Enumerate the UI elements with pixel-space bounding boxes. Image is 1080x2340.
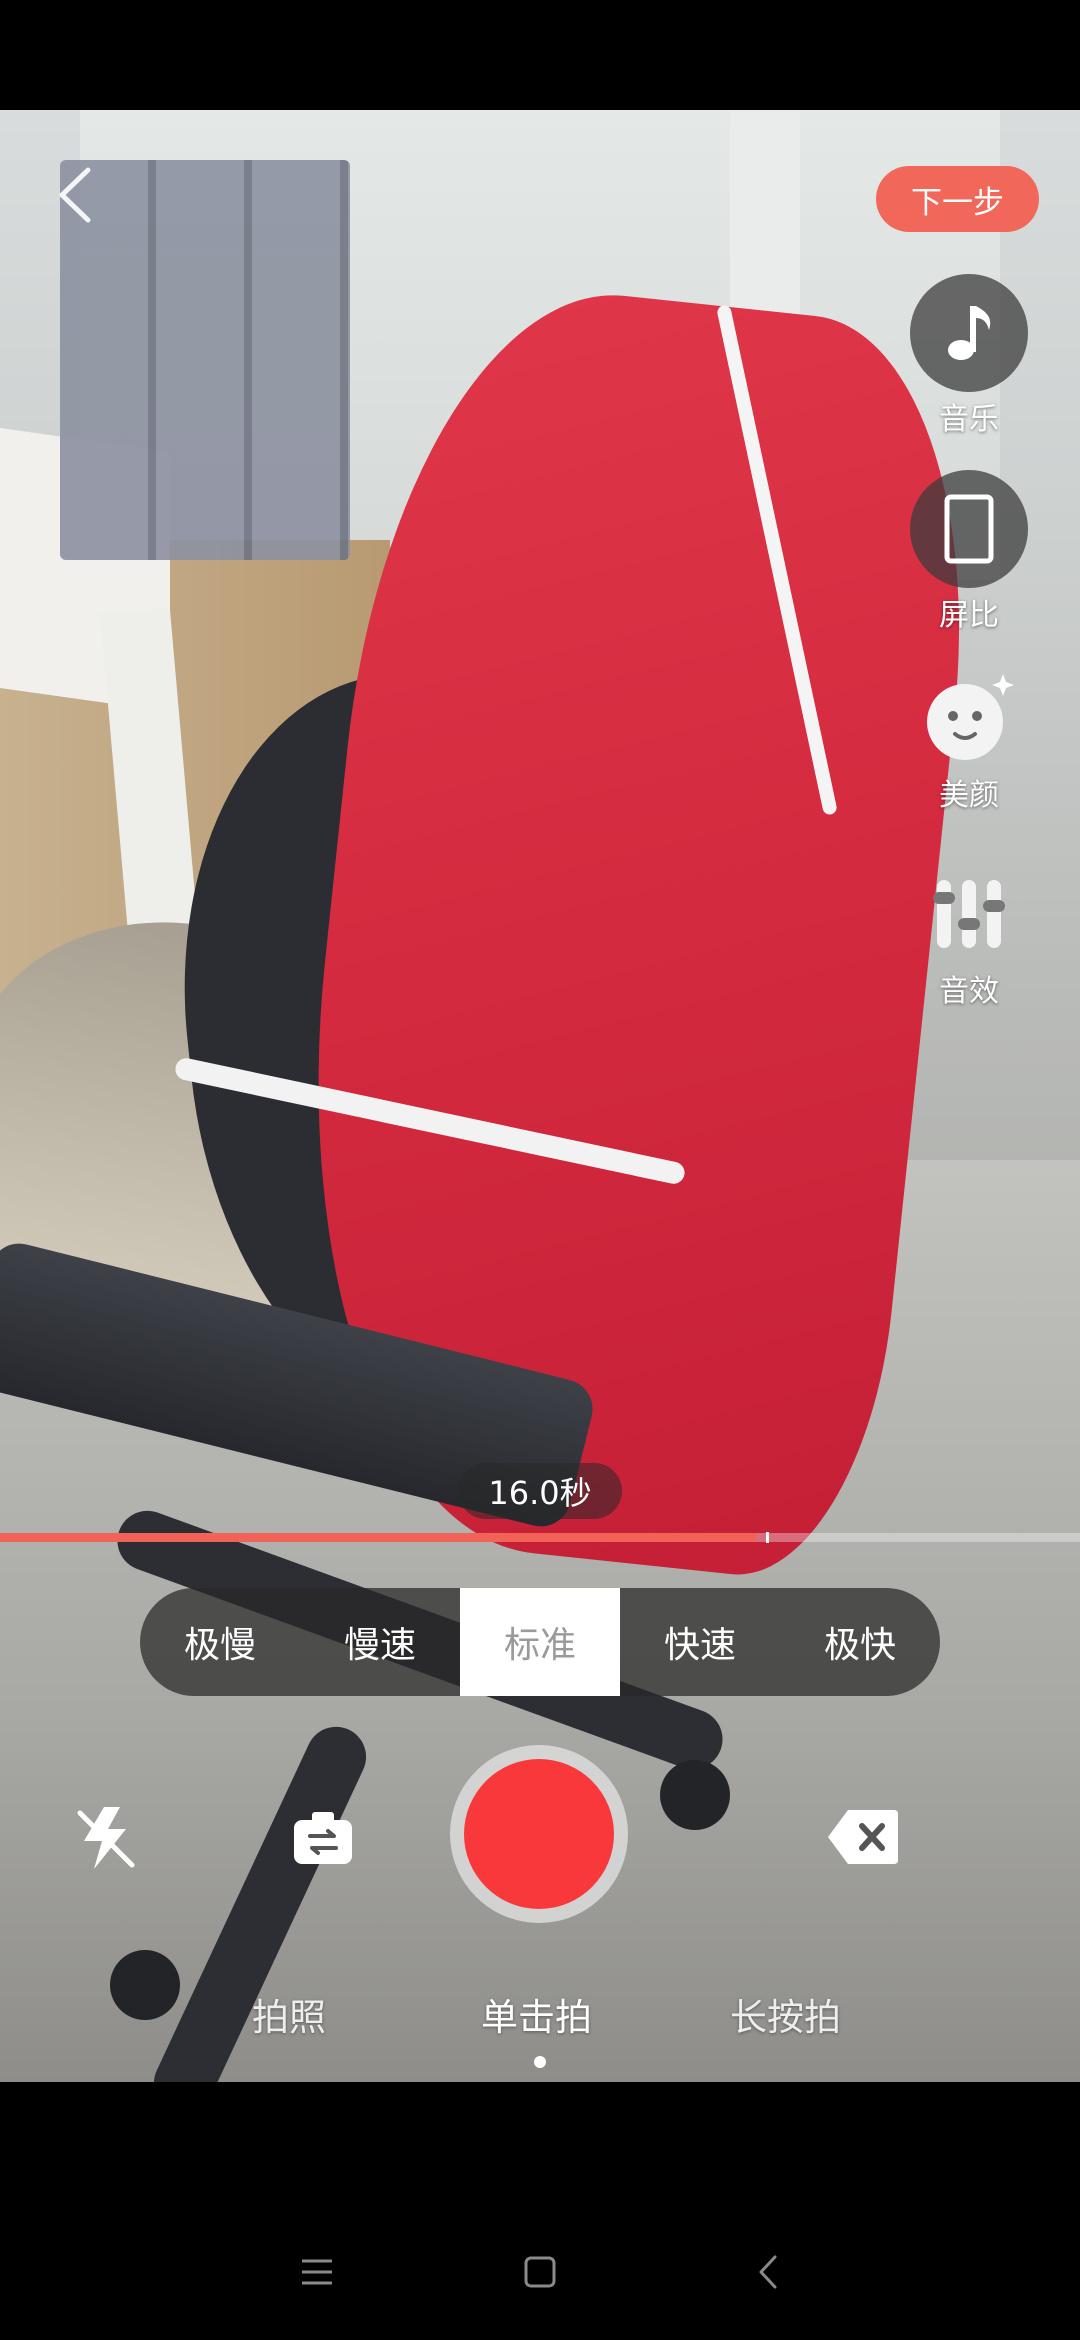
preview-chair-wheel xyxy=(110,1950,180,2020)
nav-menu-button[interactable] xyxy=(295,2250,339,2294)
speed-option-very-fast[interactable]: 极快 xyxy=(780,1588,940,1696)
home-square-icon xyxy=(524,2256,556,2288)
back-arrow-icon xyxy=(759,2255,777,2289)
nav-home-button[interactable] xyxy=(518,2250,562,2294)
flash-off-icon xyxy=(77,1807,135,1869)
chevron-left-icon xyxy=(59,167,91,223)
sound-effect-tool[interactable]: 音效 xyxy=(906,864,1032,1010)
music-tool-circle xyxy=(910,274,1028,392)
sound-effect-icon xyxy=(933,880,1005,948)
music-tool-label: 音乐 xyxy=(939,402,999,437)
menu-icon xyxy=(302,2259,332,2285)
preview-chair-wheel xyxy=(660,1760,730,1830)
music-tool[interactable]: 音乐 xyxy=(906,274,1032,438)
camera-record-screen: 下一步 音乐 屏比 美颜 音效 16.0秒 极慢 慢速 标准 快速 极快 拍照 … xyxy=(0,0,1080,2340)
flash-toggle-button[interactable] xyxy=(74,1803,140,1873)
record-progress-fill xyxy=(0,1533,756,1542)
mode-indicator-dot xyxy=(534,2056,546,2068)
mode-hold-record[interactable]: 长按拍 xyxy=(730,1987,841,2041)
record-button-core xyxy=(464,1759,614,1909)
sound-effect-tool-label: 音效 xyxy=(939,974,999,1009)
system-nav-bar xyxy=(0,2082,1080,2340)
beauty-tool-label: 美颜 xyxy=(939,778,999,813)
speed-option-slow[interactable]: 慢速 xyxy=(300,1588,460,1696)
backspace-icon xyxy=(828,1810,898,1864)
aspect-ratio-tool-label: 屏比 xyxy=(939,598,999,633)
beauty-tool[interactable]: 美颜 xyxy=(906,668,1032,814)
speed-option-standard[interactable]: 标准 xyxy=(460,1588,620,1696)
record-progress-bar xyxy=(0,1532,1080,1543)
record-duration-badge: 16.0秒 xyxy=(458,1463,622,1519)
record-button[interactable] xyxy=(450,1745,628,1923)
mode-photo[interactable]: 拍照 xyxy=(252,1987,326,2041)
switch-camera-icon xyxy=(294,1812,352,1864)
speed-option-very-slow[interactable]: 极慢 xyxy=(140,1588,300,1696)
beauty-face-icon xyxy=(927,674,1014,760)
back-button[interactable] xyxy=(48,160,108,230)
switch-camera-button[interactable] xyxy=(290,1806,356,1870)
beauty-tool-icon-wrap xyxy=(910,668,1028,768)
aspect-ratio-tool[interactable]: 屏比 xyxy=(906,470,1032,634)
aspect-ratio-icon xyxy=(944,494,994,564)
speed-selector: 极慢 慢速 标准 快速 极快 xyxy=(140,1588,940,1696)
delete-segment-button[interactable] xyxy=(826,1806,900,1868)
record-progress-marker xyxy=(766,1532,769,1543)
nav-back-button[interactable] xyxy=(746,2250,790,2294)
music-note-icon xyxy=(948,306,991,360)
mode-tap-record[interactable]: 单击拍 xyxy=(481,1987,592,2041)
sound-effect-tool-icon-wrap xyxy=(910,864,1028,964)
speed-option-fast[interactable]: 快速 xyxy=(620,1588,780,1696)
aspect-ratio-tool-circle xyxy=(910,470,1028,588)
next-step-button[interactable]: 下一步 xyxy=(876,166,1039,232)
